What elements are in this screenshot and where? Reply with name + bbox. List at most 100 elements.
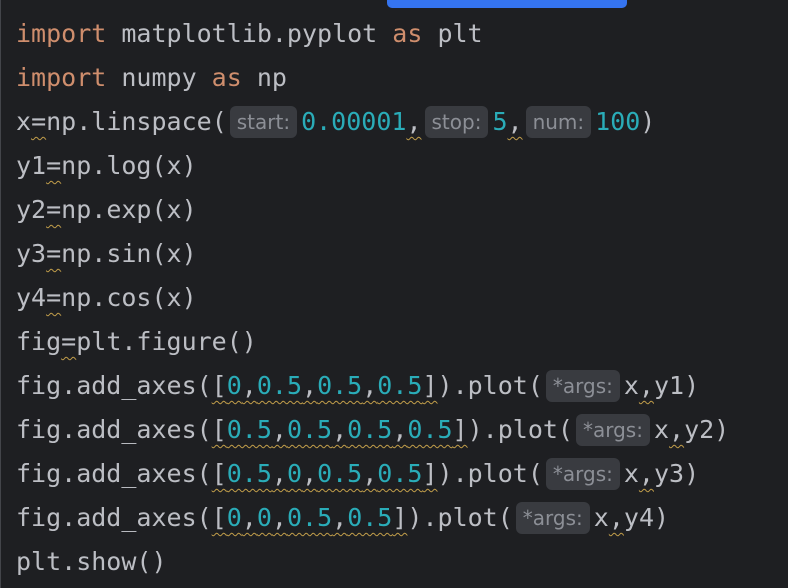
code-token: x [593, 503, 609, 532]
parameter-hint: *args: [515, 502, 590, 534]
code-token: [ [211, 415, 227, 444]
code-token: = [61, 327, 77, 356]
editor-left-border [0, 0, 1, 588]
code-token: , [638, 371, 654, 400]
code-token: plt.show() [16, 547, 167, 576]
code-line[interactable]: fig.add_axes([0, 0.5, 0.5, 0.5]).plot(*args… [16, 364, 788, 408]
code-token: = [46, 283, 62, 312]
code-line[interactable]: fig = plt.figure() [16, 320, 788, 364]
code-token: , [669, 415, 685, 444]
code-token: fig.add_axes( [16, 459, 212, 488]
number-literal: 0.5 [317, 371, 363, 400]
code-token: , [362, 459, 378, 488]
code-token: ).plot( [437, 371, 543, 400]
code-token: y3 [16, 239, 47, 268]
number-literal: 0 [286, 459, 303, 488]
code-line[interactable]: import numpy as np [16, 56, 788, 100]
code-token: np.log(x) [61, 151, 197, 180]
code-token: = [46, 195, 62, 224]
parameter-hint: num: [525, 106, 592, 138]
code-line[interactable]: plt.show() [16, 540, 788, 584]
horizontal-scrollbar-thumb[interactable] [387, 0, 627, 8]
code-line[interactable]: y3 = np.sin(x) [16, 232, 788, 276]
keyword-token: import [16, 63, 107, 92]
code-token: np.exp(x) [61, 195, 197, 224]
code-token: fig [16, 327, 62, 356]
code-line[interactable]: x = np.linspace(start: 0.00001, stop: 5, num: 1… [16, 100, 788, 144]
code-token: [ [211, 459, 227, 488]
number-literal: 5 [492, 107, 508, 136]
number-literal: 0 [226, 371, 242, 400]
code-token: = [31, 107, 47, 136]
code-token: y4 [16, 283, 47, 312]
code-token: ).plot( [407, 503, 513, 532]
code-line[interactable]: fig.add_axes([0.5, 0.5, 0.5, 0.5]).plot(*ar… [16, 408, 788, 452]
code-token: , [271, 415, 287, 444]
code-lines[interactable]: import matplotlib.pyplot as plt import nu… [16, 12, 788, 584]
number-literal: 0.5 [286, 503, 333, 532]
code-token: ).plot( [437, 459, 543, 488]
code-line[interactable]: fig.add_axes([0.5, 0, 0.5, 0.5]).plot(*args… [16, 452, 788, 496]
code-token: ] [422, 371, 438, 400]
number-literal: 0.5 [377, 459, 423, 488]
number-literal: 0.5 [317, 459, 363, 488]
code-token: , [638, 459, 654, 488]
code-token: np.linspace( [46, 107, 227, 136]
code-token: , [302, 371, 318, 400]
code-token: , [332, 415, 348, 444]
code-token: x [623, 459, 639, 488]
code-token: , [241, 371, 257, 400]
parameter-hint: stop: [424, 106, 489, 138]
code-token: , [271, 503, 287, 532]
number-literal: 100 [595, 107, 641, 136]
number-literal: 0.5 [226, 459, 272, 488]
code-token: y1 [16, 151, 47, 180]
code-token: numpy [106, 63, 212, 92]
code-token: x [623, 371, 639, 400]
number-literal: 0.5 [347, 415, 393, 444]
code-token: fig.add_axes( [16, 503, 212, 532]
number-literal: 0 [256, 503, 272, 532]
code-token: , [362, 371, 378, 400]
code-token: ] [392, 503, 408, 532]
code-token: ] [422, 459, 438, 488]
code-token: ] [452, 415, 468, 444]
code-token: np.sin(x) [61, 239, 197, 268]
code-token: ).plot( [467, 415, 573, 444]
code-token: , [271, 459, 287, 488]
code-token: , [406, 107, 422, 136]
keyword-token: as [392, 19, 423, 48]
number-literal: 0.5 [226, 415, 272, 444]
number-literal: 0.5 [347, 503, 393, 532]
code-token: = [46, 239, 62, 268]
number-literal: 0.5 [377, 371, 423, 400]
number-literal: 0.5 [286, 415, 333, 444]
code-token: , [302, 459, 318, 488]
code-line[interactable]: y1 = np.log(x) [16, 144, 788, 188]
number-literal: 0.5 [407, 415, 453, 444]
code-token: , [241, 503, 257, 532]
code-line[interactable]: y2 = np.exp(x) [16, 188, 788, 232]
code-token: y4) [623, 503, 670, 532]
code-token: ) [640, 107, 656, 136]
code-token: , [608, 503, 624, 532]
code-line[interactable]: fig.add_axes([0, 0, 0.5, 0.5]).plot(*args: x… [16, 496, 788, 540]
code-token: y1) [653, 371, 700, 400]
number-literal: 0.5 [256, 371, 303, 400]
code-line[interactable]: y4 = np.cos(x) [16, 276, 788, 320]
parameter-hint: *args: [575, 414, 650, 446]
code-token: x [16, 107, 32, 136]
code-token: = [46, 151, 62, 180]
code-line[interactable]: import matplotlib.pyplot as plt [16, 12, 788, 56]
number-literal: 0.00001 [301, 107, 407, 136]
code-token: np.cos(x) [61, 283, 197, 312]
keyword-token: as [211, 63, 242, 92]
number-literal: 0 [226, 503, 242, 532]
code-token: x [653, 415, 670, 444]
code-token: matplotlib.pyplot [106, 19, 393, 48]
keyword-token: import [16, 19, 107, 48]
code-token: , [507, 107, 523, 136]
code-token: fig.add_axes( [16, 371, 212, 400]
code-editor[interactable]: import matplotlib.pyplot as plt import nu… [0, 0, 788, 588]
parameter-hint: *args: [545, 458, 620, 490]
